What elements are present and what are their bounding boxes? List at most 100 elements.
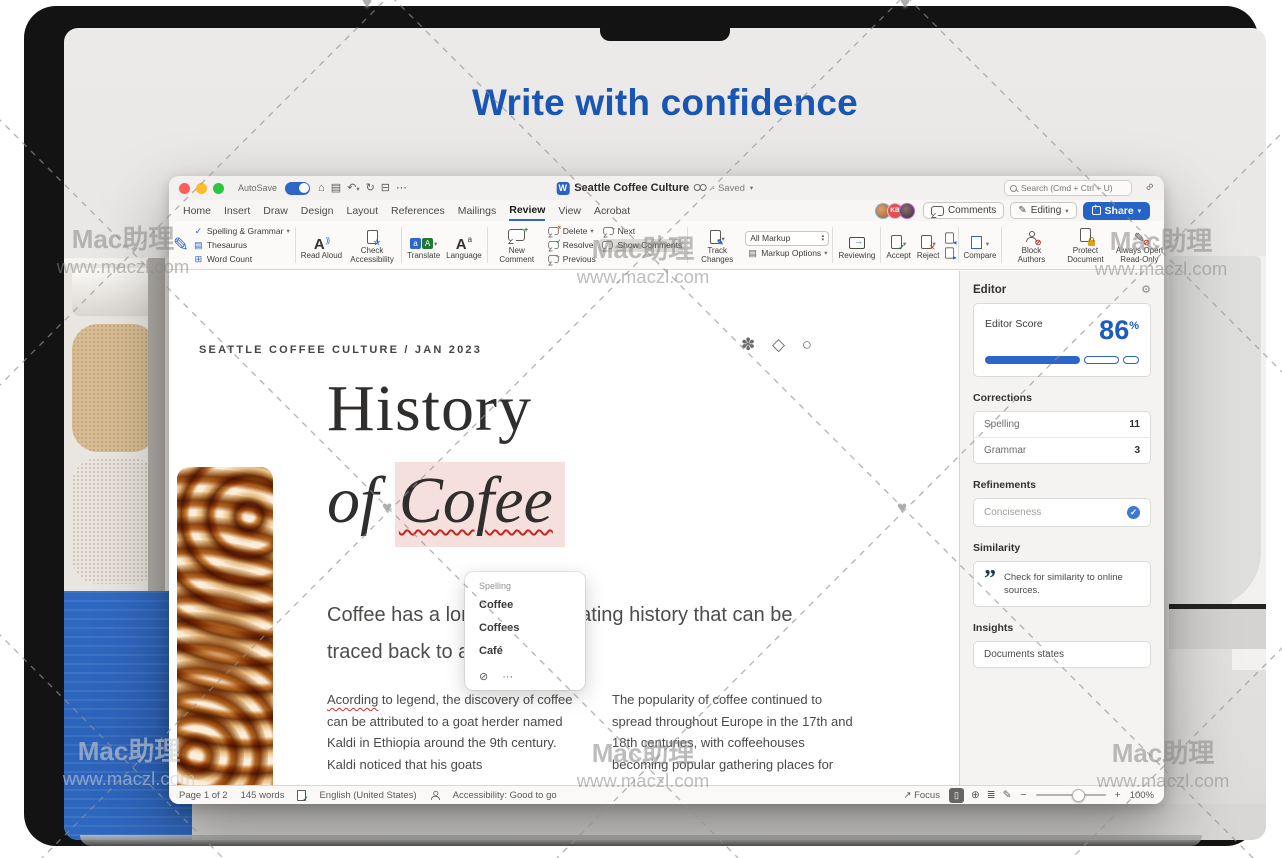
document-page[interactable]: SEATTLE COFFEE CULTURE / JAN 2023 ✽ ◇ ○ … (169, 271, 959, 785)
reviewing-pane-button[interactable]: Reviewing (836, 231, 877, 260)
web-layout-view-icon[interactable]: ⊕ (971, 789, 980, 801)
outline-view-icon[interactable]: ≣ (987, 789, 996, 801)
window-titlebar: AutoSave ⌂ ▤ ↶▾ ↻ ⊟ ⋯ W Seattle Coffee C… (169, 176, 1164, 200)
chevron-down-icon[interactable]: ▾ (750, 184, 753, 192)
tab-acrobat[interactable]: Acrobat (594, 202, 630, 220)
comments-button[interactable]: Comments (923, 202, 1004, 219)
undo-icon[interactable]: ↶▾ (347, 183, 359, 194)
compare-icon: ▾ (971, 231, 989, 249)
reject-change-button[interactable]: ▾ Reject (915, 231, 942, 260)
editor-pen-icon[interactable]: ✎ (173, 234, 189, 257)
tab-home[interactable]: Home (183, 202, 211, 220)
thesaurus-icon: ▤ (193, 240, 204, 251)
word-count-button[interactable]: ⊞ Word Count (191, 253, 292, 266)
more-commands-icon[interactable]: ⋯ (396, 183, 407, 194)
protect-document-button[interactable]: Protect Document (1059, 226, 1111, 264)
insight-row[interactable]: Documents states (974, 642, 1150, 667)
avatar[interactable] (899, 203, 915, 219)
similarity-card[interactable]: ” Check for similarity to online sources… (973, 561, 1151, 607)
compare-button[interactable]: ▾ Compare (962, 231, 999, 260)
zoom-in-icon[interactable]: + (1115, 789, 1121, 801)
home-icon[interactable]: ⌂ (318, 183, 325, 194)
tab-mailings[interactable]: Mailings (458, 202, 497, 220)
share-link-icon[interactable]: ∞ (1143, 180, 1157, 194)
resolve-comment-button[interactable]: Resolve (545, 239, 596, 252)
markup-options-button[interactable]: ▤ Markup Options ▾ (745, 247, 829, 260)
tab-layout[interactable]: Layout (346, 202, 378, 220)
accessibility-status[interactable]: Accessibility: Good to go (453, 790, 557, 801)
ignore-icon[interactable]: ⊘ (479, 670, 488, 683)
document-kicker: SEATTLE COFFEE CULTURE / JAN 2023 (199, 344, 482, 356)
translate-button[interactable]: aA▾ Translate (405, 231, 442, 260)
laptop-base (80, 835, 1202, 846)
print-icon[interactable]: ⊟ (381, 183, 390, 194)
search-input[interactable] (1021, 183, 1126, 193)
language-indicator[interactable]: English (United States) (319, 790, 416, 801)
zoom-window-button[interactable] (213, 183, 224, 194)
accept-change-button[interactable]: ▾ Accept (884, 231, 912, 260)
camera-notch (600, 28, 730, 41)
share-button[interactable]: Share ▾ (1083, 202, 1150, 220)
print-layout-view-icon[interactable]: ▯ (949, 788, 964, 803)
redo-icon[interactable]: ↻ (366, 183, 375, 194)
always-open-read-only-button[interactable]: ✎⊘ Always Open Read-Only (1113, 226, 1164, 264)
stepper-icon: ▴▾ (822, 234, 825, 242)
focus-mode-button[interactable]: ↗ Focus (903, 790, 939, 801)
editor-panel-title: Editor (973, 284, 1006, 296)
misspelled-word-highlight[interactable]: Cofee (395, 462, 565, 547)
correction-row-spelling[interactable]: Spelling 11 (974, 412, 1150, 437)
tab-review[interactable]: Review (509, 201, 545, 221)
ribbon-divider (880, 227, 881, 263)
draft-view-icon[interactable]: ✎ (1003, 789, 1012, 801)
misspelled-word[interactable]: Acording (327, 692, 378, 707)
tab-draw[interactable]: Draw (263, 202, 288, 220)
gear-icon[interactable]: ⚙ (1141, 283, 1151, 296)
thesaurus-button[interactable]: ▤ Thesaurus (191, 239, 292, 252)
proofing-status-icon[interactable] (297, 790, 306, 801)
spelling-grammar-button[interactable]: ✓ Spelling & Grammar ▾ (191, 225, 292, 238)
markup-options-icon: ▤ (747, 248, 758, 259)
previous-comment-button[interactable]: Previous (545, 253, 684, 266)
next-change-icon[interactable] (945, 247, 954, 258)
tab-view[interactable]: View (558, 202, 581, 220)
word-count-indicator[interactable]: 145 words (241, 790, 285, 801)
spelling-count: 11 (1129, 419, 1140, 430)
share-icon (1092, 206, 1101, 215)
suggestion-item[interactable]: Coffee (479, 599, 571, 611)
zoom-slider[interactable] (1036, 794, 1106, 796)
show-comments-button[interactable]: Show Comments (599, 239, 684, 252)
language-button[interactable]: Aa Language (444, 231, 484, 260)
tab-design[interactable]: Design (301, 202, 334, 220)
read-aloud-icon: A)) (314, 231, 329, 249)
correction-row-grammar[interactable]: Grammar 3 (974, 437, 1150, 463)
track-changes-button[interactable]: ▾ Track Changes (691, 226, 743, 264)
more-options-icon[interactable]: ··· (502, 671, 513, 683)
zoom-out-icon[interactable]: − (1020, 789, 1026, 801)
previous-change-icon[interactable] (945, 232, 954, 243)
minimize-window-button[interactable] (196, 183, 207, 194)
close-window-button[interactable] (179, 183, 190, 194)
tab-insert[interactable]: Insert (224, 202, 250, 220)
block-authors-button[interactable]: ⊘ Block Authors (1005, 226, 1057, 264)
markup-view-select[interactable]: All Markup ▴▾ (745, 231, 829, 246)
refinements-card: Conciseness (973, 498, 1151, 527)
suggestion-item[interactable]: Coffees (479, 622, 571, 634)
page-indicator[interactable]: Page 1 of 2 (179, 790, 228, 801)
read-aloud-button[interactable]: A)) Read Aloud (299, 231, 344, 260)
save-icon[interactable]: ▤ (331, 183, 341, 194)
check-accessibility-button[interactable]: Check Accessibility (346, 226, 398, 264)
new-comment-button[interactable]: New Comment (491, 226, 543, 264)
next-comment-button[interactable]: Next (600, 225, 637, 238)
popup-header: Spelling (479, 581, 571, 591)
editor-score-card[interactable]: Editor Score 86% (973, 303, 1151, 377)
search-box[interactable] (1004, 180, 1132, 196)
delete-comment-button[interactable]: Delete ▾ (545, 225, 596, 238)
laptop-screen: Write with confidence AutoSave ⌂ ▤ ↶▾ ↻ … (64, 28, 1266, 840)
editing-mode-button[interactable]: ✎ Editing ▾ (1010, 202, 1076, 219)
refinement-row-conciseness[interactable]: Conciseness (974, 499, 1150, 526)
autosave-toggle[interactable] (285, 182, 310, 195)
quote-icon: ” (984, 571, 996, 587)
suggestion-item[interactable]: Café (479, 645, 571, 657)
zoom-level[interactable]: 100% (1130, 790, 1154, 801)
tab-references[interactable]: References (391, 202, 445, 220)
